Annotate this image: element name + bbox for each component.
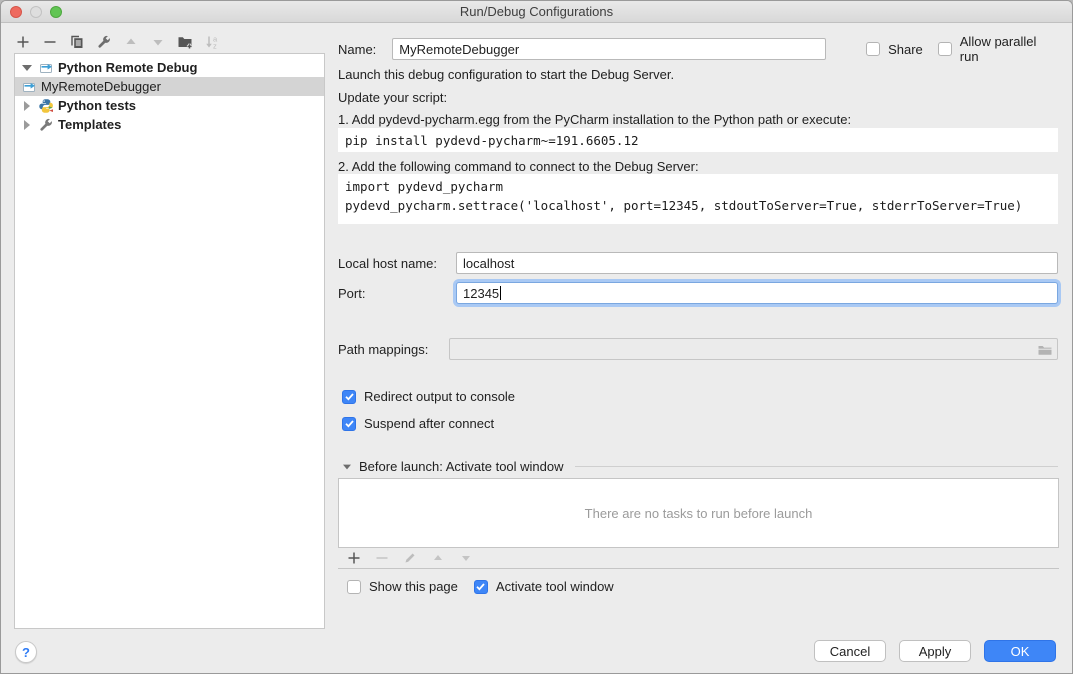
suspend-after-connect-label: Suspend after connect (364, 416, 494, 431)
tree-item-python-tests[interactable]: Python tests (15, 96, 324, 115)
pip-install-code: pip install pydevd-pycharm~=191.6605.12 (338, 128, 1058, 152)
move-task-up-icon[interactable] (430, 550, 446, 566)
edit-task-icon[interactable] (402, 550, 418, 566)
svg-text:z: z (213, 42, 217, 51)
path-mappings-label: Path mappings: (338, 342, 449, 357)
move-down-icon[interactable] (150, 34, 166, 50)
name-label: Name: (338, 42, 376, 57)
before-launch-toolbar (338, 548, 1059, 569)
activate-tool-window-label: Activate tool window (496, 579, 614, 594)
tree-item-python-remote-debug[interactable]: Python Remote Debug (15, 58, 324, 77)
local-host-name-label: Local host name: (338, 256, 456, 271)
remote-debug-icon (38, 60, 54, 76)
text-caret (500, 286, 501, 300)
close-window-button[interactable] (10, 6, 22, 18)
before-launch-task-list: There are no tasks to run before launch (338, 478, 1059, 548)
configurations-tree: Python Remote Debug MyRemoteDebugger (14, 53, 325, 629)
settrace-code-line-1: import pydevd_pycharm (345, 179, 503, 194)
help-button[interactable]: ? (15, 641, 37, 663)
expand-arrow-icon[interactable] (22, 120, 32, 130)
redirect-output-checkbox[interactable] (342, 390, 356, 404)
run-debug-configurations-dialog: Run/Debug Configurations (0, 0, 1073, 674)
zoom-window-button[interactable] (50, 6, 62, 18)
help-label: ? (22, 645, 30, 660)
local-host-name-input[interactable] (456, 252, 1058, 274)
new-folder-icon[interactable] (177, 34, 193, 50)
title-bar: Run/Debug Configurations (1, 1, 1072, 23)
cancel-button[interactable]: Cancel (814, 640, 886, 662)
tree-item-templates[interactable]: Templates (15, 115, 324, 134)
activate-tool-window-checkbox[interactable] (474, 580, 488, 594)
suspend-after-connect-checkbox[interactable] (342, 417, 356, 431)
sort-configurations-icon[interactable]: a z (204, 34, 220, 50)
python-tests-icon (38, 98, 54, 114)
port-input[interactable]: 12345 (456, 282, 1058, 304)
instruction-line-1: Launch this debug configuration to start… (338, 67, 674, 82)
browse-folder-icon[interactable] (1037, 342, 1053, 358)
allow-parallel-run-checkbox[interactable] (938, 42, 952, 56)
remove-task-icon[interactable] (374, 550, 390, 566)
before-launch-section-header[interactable]: Before launch: Activate tool window (342, 459, 1058, 474)
configurations-toolbar: a z (15, 31, 220, 53)
instruction-step-1: 1. Add pydevd-pycharm.egg from the PyCha… (338, 112, 851, 127)
show-this-page-checkbox[interactable] (347, 580, 361, 594)
show-this-page-label: Show this page (369, 579, 458, 594)
tree-item-label: MyRemoteDebugger (41, 79, 161, 94)
before-launch-title: Before launch: Activate tool window (359, 459, 564, 474)
collapse-arrow-icon[interactable] (343, 464, 351, 469)
edit-templates-icon[interactable] (96, 34, 112, 50)
collapse-arrow-icon[interactable] (22, 65, 32, 71)
redirect-output-label: Redirect output to console (364, 389, 515, 404)
empty-tasks-message: There are no tasks to run before launch (585, 506, 813, 521)
window-title: Run/Debug Configurations (460, 4, 613, 19)
tree-item-label: Python tests (58, 98, 136, 113)
remote-debug-icon (21, 79, 37, 95)
section-divider (575, 466, 1058, 467)
path-mappings-input[interactable] (449, 338, 1058, 360)
tree-item-label: Templates (58, 117, 121, 132)
share-checkbox[interactable] (866, 42, 880, 56)
move-task-down-icon[interactable] (458, 550, 474, 566)
name-input[interactable] (392, 38, 826, 60)
tree-item-myremotedebugger[interactable]: MyRemoteDebugger (15, 77, 324, 96)
ok-button[interactable]: OK (984, 640, 1056, 662)
expand-arrow-icon[interactable] (22, 101, 32, 111)
port-value: 12345 (463, 286, 499, 301)
wrench-icon (38, 117, 54, 133)
instruction-line-2: Update your script: (338, 90, 447, 105)
apply-button[interactable]: Apply (899, 640, 971, 662)
remove-configuration-icon[interactable] (42, 34, 58, 50)
port-label: Port: (338, 286, 456, 301)
move-up-icon[interactable] (123, 34, 139, 50)
tree-item-label: Python Remote Debug (58, 60, 197, 75)
share-label: Share (888, 42, 923, 57)
minimize-window-button (30, 6, 42, 18)
settrace-code-line-2: pydevd_pycharm.settrace('localhost', por… (345, 198, 1022, 213)
instruction-step-2: 2. Add the following command to connect … (338, 159, 699, 174)
dialog-buttons: Cancel Apply OK (814, 640, 1056, 662)
copy-configuration-icon[interactable] (69, 34, 85, 50)
add-task-icon[interactable] (346, 550, 362, 566)
settrace-code: import pydevd_pycharm pydevd_pycharm.set… (338, 174, 1058, 224)
configuration-editor: Name: Share Allow parallel run Launch th… (338, 31, 1058, 629)
add-configuration-icon[interactable] (15, 34, 31, 50)
allow-parallel-run-label: Allow parallel run (960, 34, 1058, 64)
